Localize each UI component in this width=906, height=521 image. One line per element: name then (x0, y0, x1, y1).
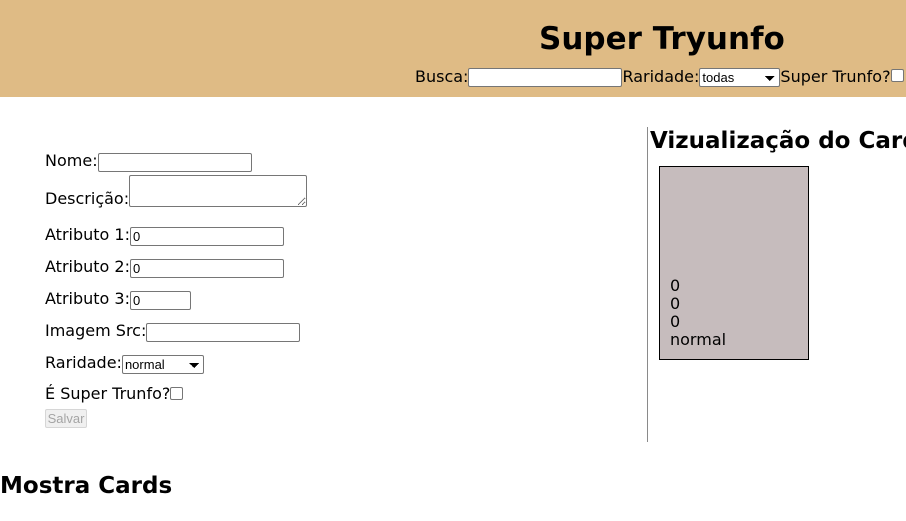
description-textarea[interactable] (129, 175, 308, 207)
description-row: Descrição: (45, 175, 308, 208)
trunfo-checkbox[interactable] (170, 387, 184, 400)
card-attr1: 0 (670, 276, 681, 295)
attr2-label: Atributo 2: (45, 257, 130, 276)
name-label: Nome: (45, 151, 98, 170)
description-label: Descrição: (45, 189, 130, 208)
attr3-input[interactable] (129, 291, 191, 310)
rarity-row: Raridade: normal (45, 353, 204, 374)
trunfo-filter-checkbox[interactable] (890, 68, 904, 82)
image-src-input[interactable] (146, 323, 301, 342)
search-input[interactable] (468, 67, 623, 87)
rarity-filter-label: Raridade: (622, 67, 700, 86)
card-values: 0 0 0 normal (670, 277, 726, 349)
trunfo-row: É Super Trunfo? (45, 384, 184, 404)
app-title: Super Tryunfo (539, 21, 785, 57)
preview-title: Vizualização do Card (650, 128, 906, 154)
attr1-label: Atributo 1: (45, 225, 130, 244)
search-label: Busca: (415, 67, 469, 86)
card-attr2: 0 (670, 294, 681, 313)
card-attr3: 0 (670, 312, 681, 331)
card-rarity: normal (670, 330, 727, 349)
attr2-input[interactable] (129, 259, 284, 278)
name-input[interactable] (97, 153, 252, 172)
attr2-row: Atributo 2: (45, 257, 284, 278)
rarity-select[interactable]: normal (121, 355, 204, 374)
filter-bar: Busca: Raridade: todas Super Trunfo? (415, 67, 904, 87)
rarity-filter-select[interactable]: todas (699, 67, 781, 87)
name-row: Nome: (45, 151, 252, 172)
image-label: Imagem Src: (45, 321, 147, 340)
card-preview: 0 0 0 normal (659, 166, 809, 360)
attr1-row: Atributo 1: (45, 225, 284, 246)
cards-section-title: Mostra Cards (0, 473, 173, 499)
save-button[interactable]: Salvar (45, 409, 87, 428)
image-row: Imagem Src: (45, 321, 301, 342)
attr3-row: Atributo 3: (45, 289, 191, 310)
trunfo-label: É Super Trunfo? (45, 384, 171, 403)
rarity-label: Raridade: (45, 353, 122, 372)
vertical-divider (647, 127, 648, 442)
attr3-label: Atributo 3: (45, 289, 130, 308)
attr1-input[interactable] (129, 227, 284, 246)
trunfo-filter-label: Super Trunfo? (780, 67, 891, 86)
header: Super Tryunfo Busca: Raridade: todas Sup… (0, 0, 906, 97)
